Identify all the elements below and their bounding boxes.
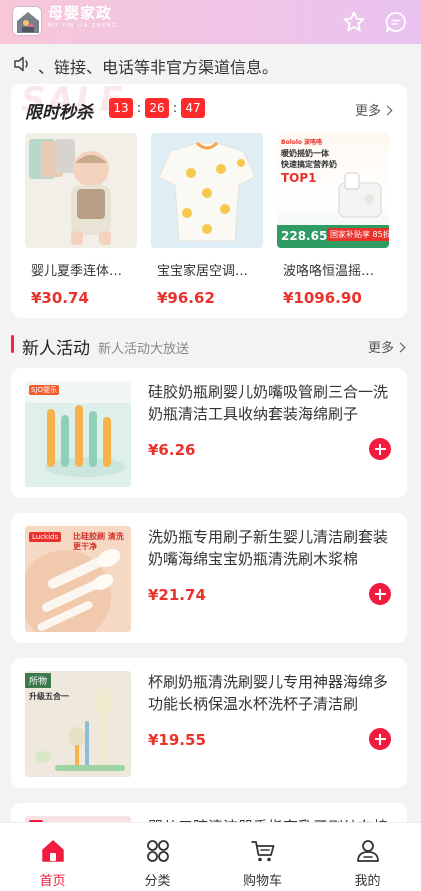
tab-home[interactable]: 首页 xyxy=(0,823,105,891)
app-header: 母婴家政 MU YIN JIA ZHENG xyxy=(0,0,421,44)
section-subtitle: 新人活动大放送 xyxy=(98,342,190,357)
add-to-cart-button[interactable] xyxy=(369,438,391,460)
product-card[interactable]: Luckids 比硅胶刷 清洗更干净 洗奶瓶专用刷子新生婴儿清洁刷套装奶嘴海绵宝… xyxy=(11,513,407,643)
image-tag: 比硅胶刷 清洗更干净 xyxy=(73,532,124,551)
product-name: 婴儿夏季连体… xyxy=(31,264,123,279)
countdown-hours: 13 xyxy=(109,98,133,118)
tab-label: 分类 xyxy=(144,874,171,889)
banner-badge: TOP1 xyxy=(281,171,317,185)
flash-sale-title: 限时秒杀 xyxy=(25,103,93,123)
tab-label: 购物车 xyxy=(242,874,282,889)
product-price: ¥1096.90 xyxy=(283,289,362,307)
tab-label: 我的 xyxy=(354,874,381,889)
image-line: 升级五合一 xyxy=(29,692,69,701)
home-icon xyxy=(42,840,64,862)
add-to-cart-button[interactable] xyxy=(369,583,391,605)
brand-pinyin: MU YIN JIA ZHENG xyxy=(48,23,118,29)
countdown-separator: : xyxy=(136,100,142,116)
product-card[interactable]: 所物 升级五合一 杯刷奶瓶清洗刷婴儿专用神器海绵多功能长柄保温水杯洗杯子清洁刷 … xyxy=(11,658,407,788)
image-brand: Luckids xyxy=(29,532,62,542)
product-price: ¥21.74 xyxy=(148,586,206,604)
newcomer-section-header: 新人活动 新人活动大放送 更多 xyxy=(11,330,407,359)
product-title: 硅胶奶瓶刷婴儿奶嘴吸管刷三合一洗奶瓶清洁工具收纳套装海绵刷子 xyxy=(148,383,389,423)
product-name: 波咯咯恒温摇… xyxy=(283,264,375,279)
section-title: 新人活动 xyxy=(22,339,90,359)
product-image: 所物 升级五合一 xyxy=(25,671,131,777)
flash-sale-card: SALE 限时秒杀 13 : 26 : 47 更多 婴儿夏季连体… ¥30.74… xyxy=(11,84,407,318)
image-tag: SJO婴乐 xyxy=(31,386,58,394)
banner-promo-price: 228.65 xyxy=(281,229,328,243)
more-label: 更多 xyxy=(355,104,382,119)
product-image: Bololo 波咯咯 暖奶摇奶一体 快速搞定营养奶 TOP1 228.65 国家… xyxy=(277,133,389,248)
banner-subsidy: 国家补贴享 85折 xyxy=(327,228,389,241)
cart-icon xyxy=(251,841,275,862)
product-title: 洗奶瓶专用刷子新生婴儿清洁刷套装奶嘴海绵宝宝奶瓶清洗刷木浆棉 xyxy=(148,528,389,568)
image-tag: 所物 xyxy=(25,673,52,688)
tab-mine[interactable]: 我的 xyxy=(315,823,420,891)
product-image xyxy=(151,133,263,248)
warmer-device-graphic xyxy=(338,172,382,218)
flash-sale-item[interactable]: 宝宝家居空调… ¥96.62 xyxy=(151,133,263,307)
tab-cart[interactable]: 购物车 xyxy=(210,823,315,891)
notice-text: 、链接、电话等非官方渠道信息。 xyxy=(38,58,279,77)
section-more-link[interactable]: 更多 xyxy=(368,337,406,356)
countdown-separator: : xyxy=(172,100,178,116)
chevron-right-icon xyxy=(382,105,393,116)
more-label: 更多 xyxy=(368,341,395,356)
grid-icon xyxy=(147,840,169,862)
product-card[interactable]: SJO婴乐 硅胶奶瓶刷婴儿奶嘴吸管刷三合一洗奶瓶清洁工具收纳套装海绵刷子 ¥6.… xyxy=(11,368,407,498)
product-price: ¥30.74 xyxy=(31,289,89,307)
countdown-seconds: 47 xyxy=(181,98,205,118)
tab-category[interactable]: 分类 xyxy=(105,823,210,891)
tab-label: 首页 xyxy=(39,874,66,889)
bottom-tab-bar: 首页 分类 购物车 我的 xyxy=(0,822,421,891)
flash-sale-item[interactable]: 婴儿夏季连体… ¥30.74 xyxy=(25,133,137,307)
brand: 母婴家政 MU YIN JIA ZHENG xyxy=(48,4,117,30)
flash-sale-item[interactable]: Bololo 波咯咯 暖奶摇奶一体 快速搞定营养奶 TOP1 228.65 国家… xyxy=(277,133,389,307)
product-image: SJO婴乐 xyxy=(25,381,131,487)
chevron-right-icon xyxy=(395,342,406,353)
product-price: ¥6.26 xyxy=(148,441,196,459)
product-price: ¥19.55 xyxy=(148,731,206,749)
message-icon[interactable] xyxy=(384,10,408,34)
countdown-minutes: 26 xyxy=(145,98,169,118)
section-accent-bar xyxy=(11,335,14,353)
product-title: 杯刷奶瓶清洗刷婴儿专用神器海绵多功能长柄保温水杯洗杯子清洁刷 xyxy=(148,673,389,713)
product-image: Luckids 比硅胶刷 清洗更干净 xyxy=(25,526,131,632)
app-logo[interactable] xyxy=(12,6,42,36)
notice-bar[interactable]: 、链接、电话等非官方渠道信息。 xyxy=(0,44,421,84)
product-image xyxy=(25,133,137,248)
product-price: ¥96.62 xyxy=(157,289,215,307)
speaker-icon xyxy=(14,56,28,72)
star-icon[interactable] xyxy=(342,10,366,34)
banner-line1: 暖奶摇奶一体 xyxy=(281,149,329,158)
banner-line2: 快速搞定营养奶 xyxy=(281,160,337,169)
banner-brand: Bololo 波咯咯 xyxy=(281,139,323,146)
brand-name: 母婴家政 xyxy=(48,4,113,22)
countdown-timer: 13 : 26 : 47 xyxy=(109,98,205,118)
product-name: 宝宝家居空调… xyxy=(157,264,249,279)
flash-sale-more-link[interactable]: 更多 xyxy=(355,100,393,119)
add-to-cart-button[interactable] xyxy=(369,728,391,750)
user-icon xyxy=(357,840,379,862)
